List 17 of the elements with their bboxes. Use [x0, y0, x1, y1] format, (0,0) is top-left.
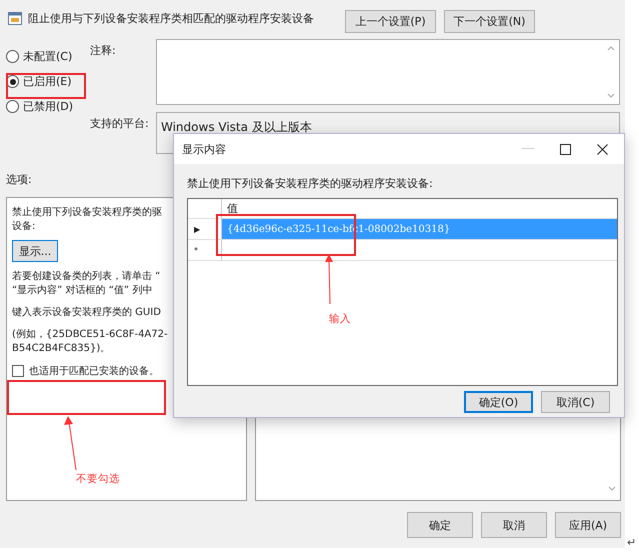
annotation-text: 输入: [329, 312, 351, 326]
annotation-text: 不要勾选: [76, 472, 120, 486]
description-text: 键入表示设备安装程序类的 GUID: [12, 306, 161, 320]
platform-label: 支持的平台:: [90, 116, 150, 132]
dialog-title: 显示内容: [182, 142, 226, 156]
dialog-prompt: 禁止使用下列设备安装程序类的驱动程序安装设备:: [187, 176, 434, 191]
return-mark: ↵: [627, 536, 636, 549]
description-text: “显示内容” 对话框的 “值” 列中: [12, 284, 152, 298]
description-text: 禁止使用下列设备安装程序类的驱: [12, 206, 162, 220]
description-text: (例如，{25DBCE51-6C8F-4A72-: [12, 328, 168, 342]
comment-label: 注释:: [90, 43, 117, 59]
description-text: B54C2B4FC835})。: [12, 342, 110, 356]
description-text: 设备:: [12, 220, 36, 234]
window-title: 阻止使用与下列设备安装程序类相匹配的驱动程序安装设备: [28, 11, 314, 26]
description-text: 若要创建设备类的列表，请单击 “: [12, 270, 160, 284]
column-header: 值: [226, 201, 239, 217]
options-label: 选项:: [6, 172, 32, 187]
